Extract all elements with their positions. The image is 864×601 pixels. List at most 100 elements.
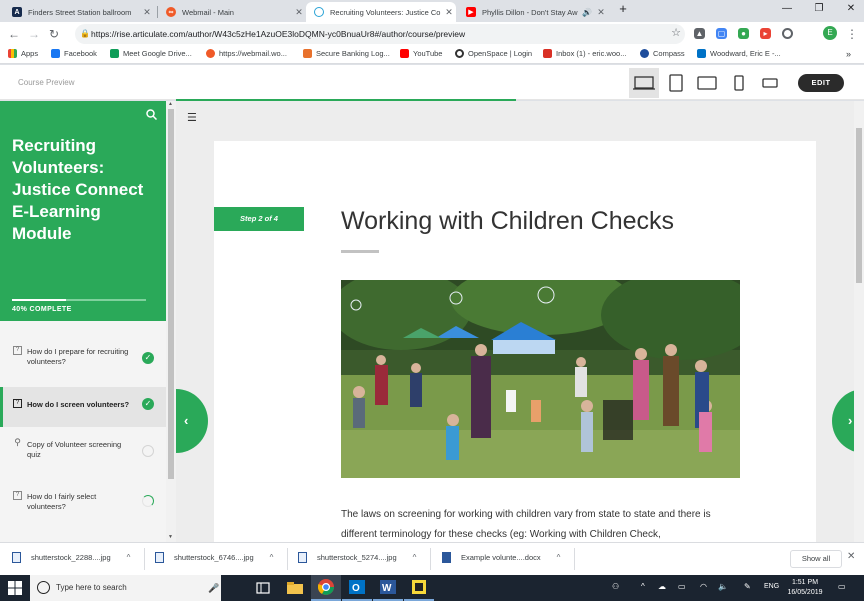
- bookmark-compass[interactable]: Compass: [640, 49, 685, 58]
- lesson-item-select[interactable]: ? How do I fairly select volunteers?: [0, 482, 166, 522]
- bookmark-google-drive[interactable]: Meet Google Drive...: [110, 49, 192, 58]
- lesson-photo: [341, 280, 740, 478]
- tab-recruiting-volunteers[interactable]: Recruiting Volunteers: Justice Co ✕: [306, 2, 456, 22]
- download-item[interactable]: shutterstock_5274....jpg ^: [298, 552, 416, 563]
- lesson-item-screen[interactable]: ? How do I screen volunteers? ✓: [0, 387, 166, 427]
- language-indicator[interactable]: ENG: [764, 583, 779, 590]
- bookmark-webmail[interactable]: https://webmail.wo...: [206, 49, 287, 58]
- forward-button[interactable]: →: [26, 26, 42, 42]
- word-taskbar-button[interactable]: W: [373, 575, 403, 601]
- minimize-button[interactable]: —: [776, 3, 798, 14]
- chevron-up-icon[interactable]: ^: [413, 553, 417, 562]
- bookmark-inbox[interactable]: Inbox (1) - eric.woo...: [543, 49, 626, 58]
- address-bar[interactable]: 🔒 https://rise.articulate.com/author/W43…: [75, 24, 685, 44]
- main-scroll-thumb[interactable]: [856, 128, 862, 283]
- bookmark-apps[interactable]: Apps: [8, 49, 38, 58]
- sidebar-scrollbar[interactable]: ▲ ▼: [166, 101, 176, 542]
- taskbar-search-box[interactable]: Type here to search 🎤: [30, 575, 221, 601]
- menu-dots-icon[interactable]: ⋮: [844, 26, 860, 42]
- bookmark-label: Compass: [653, 49, 685, 58]
- bookmark-outlook[interactable]: Woodward, Eric E -...: [697, 49, 781, 58]
- volume-icon[interactable]: 🔈: [718, 582, 728, 591]
- task-view-icon: [256, 582, 270, 594]
- tab-webmail[interactable]: ∞ Webmail - Main ✕: [158, 2, 306, 22]
- back-button[interactable]: ←: [6, 26, 22, 42]
- question-icon: ?: [13, 346, 22, 355]
- onedrive-icon[interactable]: ☁: [658, 582, 666, 591]
- close-icon[interactable]: ✕: [847, 551, 855, 562]
- close-icon[interactable]: ✕: [594, 7, 608, 18]
- download-filename: Example volunte....docx: [461, 553, 541, 562]
- phone-portrait-view-button[interactable]: [724, 68, 754, 98]
- restore-button[interactable]: ❐: [808, 3, 830, 14]
- sidebar-scroll-thumb[interactable]: [168, 109, 174, 479]
- wifi-icon[interactable]: ◠: [700, 582, 707, 591]
- chrome-taskbar-button[interactable]: [311, 575, 341, 601]
- close-window-button[interactable]: ✕: [840, 3, 862, 14]
- lesson-item-quiz[interactable]: ⚲ Copy of Volunteer screening quiz: [0, 431, 166, 471]
- edit-button[interactable]: EDIT: [798, 74, 844, 92]
- extension-green-icon[interactable]: ●: [738, 28, 749, 39]
- hamburger-menu-icon[interactable]: ☰: [187, 111, 197, 124]
- reload-button[interactable]: ↻: [46, 26, 62, 42]
- lesson-item-prepare[interactable]: ? How do I prepare for recruiting volunt…: [0, 338, 166, 378]
- outlook-taskbar-button[interactable]: O: [342, 575, 372, 601]
- bookmark-secure-banking[interactable]: Secure Banking Log...: [303, 49, 390, 58]
- new-tab-button[interactable]: +: [612, 1, 634, 16]
- close-icon[interactable]: ✕: [442, 7, 456, 18]
- tab-title: Finders Street Station ballroom: [28, 7, 132, 17]
- extension-capture-icon[interactable]: ▢: [716, 28, 727, 39]
- extension-red-icon[interactable]: ▸: [760, 28, 771, 39]
- bookmark-facebook[interactable]: Facebook: [51, 49, 97, 58]
- children-playing-image: [341, 280, 740, 478]
- downloads-bar: shutterstock_2288....jpg ^ shutterstock_…: [0, 542, 864, 575]
- people-icon[interactable]: ⚇: [612, 582, 619, 591]
- notifications-icon[interactable]: ▭: [838, 582, 846, 591]
- sticky-notes-taskbar-button[interactable]: [404, 575, 434, 601]
- bookmark-youtube[interactable]: YouTube: [400, 49, 442, 58]
- download-item[interactable]: Example volunte....docx ^: [442, 552, 560, 563]
- main-scrollbar[interactable]: [854, 101, 864, 542]
- question-icon: ?: [13, 491, 22, 500]
- desktop-view-button[interactable]: [629, 68, 659, 98]
- chevron-up-icon[interactable]: ^: [641, 582, 645, 591]
- extension-drive-icon[interactable]: ▲: [694, 28, 705, 39]
- tab-finders-street[interactable]: A Finders Street Station ballroom ✕: [4, 2, 154, 22]
- scroll-up-icon[interactable]: ▲: [168, 101, 173, 107]
- taskbar-clock[interactable]: 1:51 PM 16/05/2019: [783, 578, 827, 598]
- close-icon[interactable]: ✕: [140, 7, 154, 18]
- tab-phyllis-dillon[interactable]: ▶ Phyllis Dillon - Don't Stay Aw 🔊 ✕: [458, 2, 608, 22]
- search-icon[interactable]: [146, 109, 157, 120]
- chevron-up-icon[interactable]: ^: [270, 553, 274, 562]
- pen-icon[interactable]: ✎: [744, 582, 751, 591]
- apps-grid-icon: [8, 49, 17, 58]
- chevron-up-icon[interactable]: ^: [127, 553, 131, 562]
- avatar[interactable]: E: [823, 26, 837, 40]
- microphone-icon[interactable]: 🎤: [208, 575, 219, 601]
- bookmark-star-icon[interactable]: ☆: [668, 25, 684, 41]
- next-lesson-button[interactable]: ›: [832, 389, 854, 453]
- check-icon: ✓: [142, 352, 154, 364]
- scroll-down-icon[interactable]: ▼: [168, 534, 173, 540]
- rise-icon: [314, 7, 324, 17]
- tablet-portrait-view-button[interactable]: [661, 68, 691, 98]
- tablet-landscape-view-button[interactable]: [692, 68, 722, 98]
- file-explorer-button[interactable]: [280, 575, 310, 601]
- close-icon[interactable]: ✕: [292, 7, 306, 18]
- bookmarks-overflow-button[interactable]: »: [846, 49, 851, 59]
- bookmark-label: Woodward, Eric E -...: [710, 49, 781, 58]
- bookmark-openspace[interactable]: OpenSpace | Login: [455, 49, 532, 58]
- download-item[interactable]: shutterstock_2288....jpg ^: [12, 552, 130, 563]
- extension-circle-icon[interactable]: [782, 28, 793, 39]
- tablet-portrait-icon: [669, 74, 683, 92]
- windows-start-icon[interactable]: [8, 581, 22, 595]
- chevron-up-icon[interactable]: ^: [557, 553, 561, 562]
- lesson-card: Step 2 of 4 Working with Children Checks: [214, 141, 816, 542]
- download-item[interactable]: shutterstock_6746....jpg ^: [155, 552, 273, 563]
- in-progress-icon: [142, 495, 154, 507]
- previous-lesson-button[interactable]: ‹: [176, 389, 208, 453]
- show-all-downloads-button[interactable]: Show all: [790, 550, 842, 568]
- task-view-button[interactable]: [248, 575, 278, 601]
- phone-landscape-view-button[interactable]: [755, 68, 785, 98]
- battery-icon[interactable]: ▭: [678, 582, 686, 591]
